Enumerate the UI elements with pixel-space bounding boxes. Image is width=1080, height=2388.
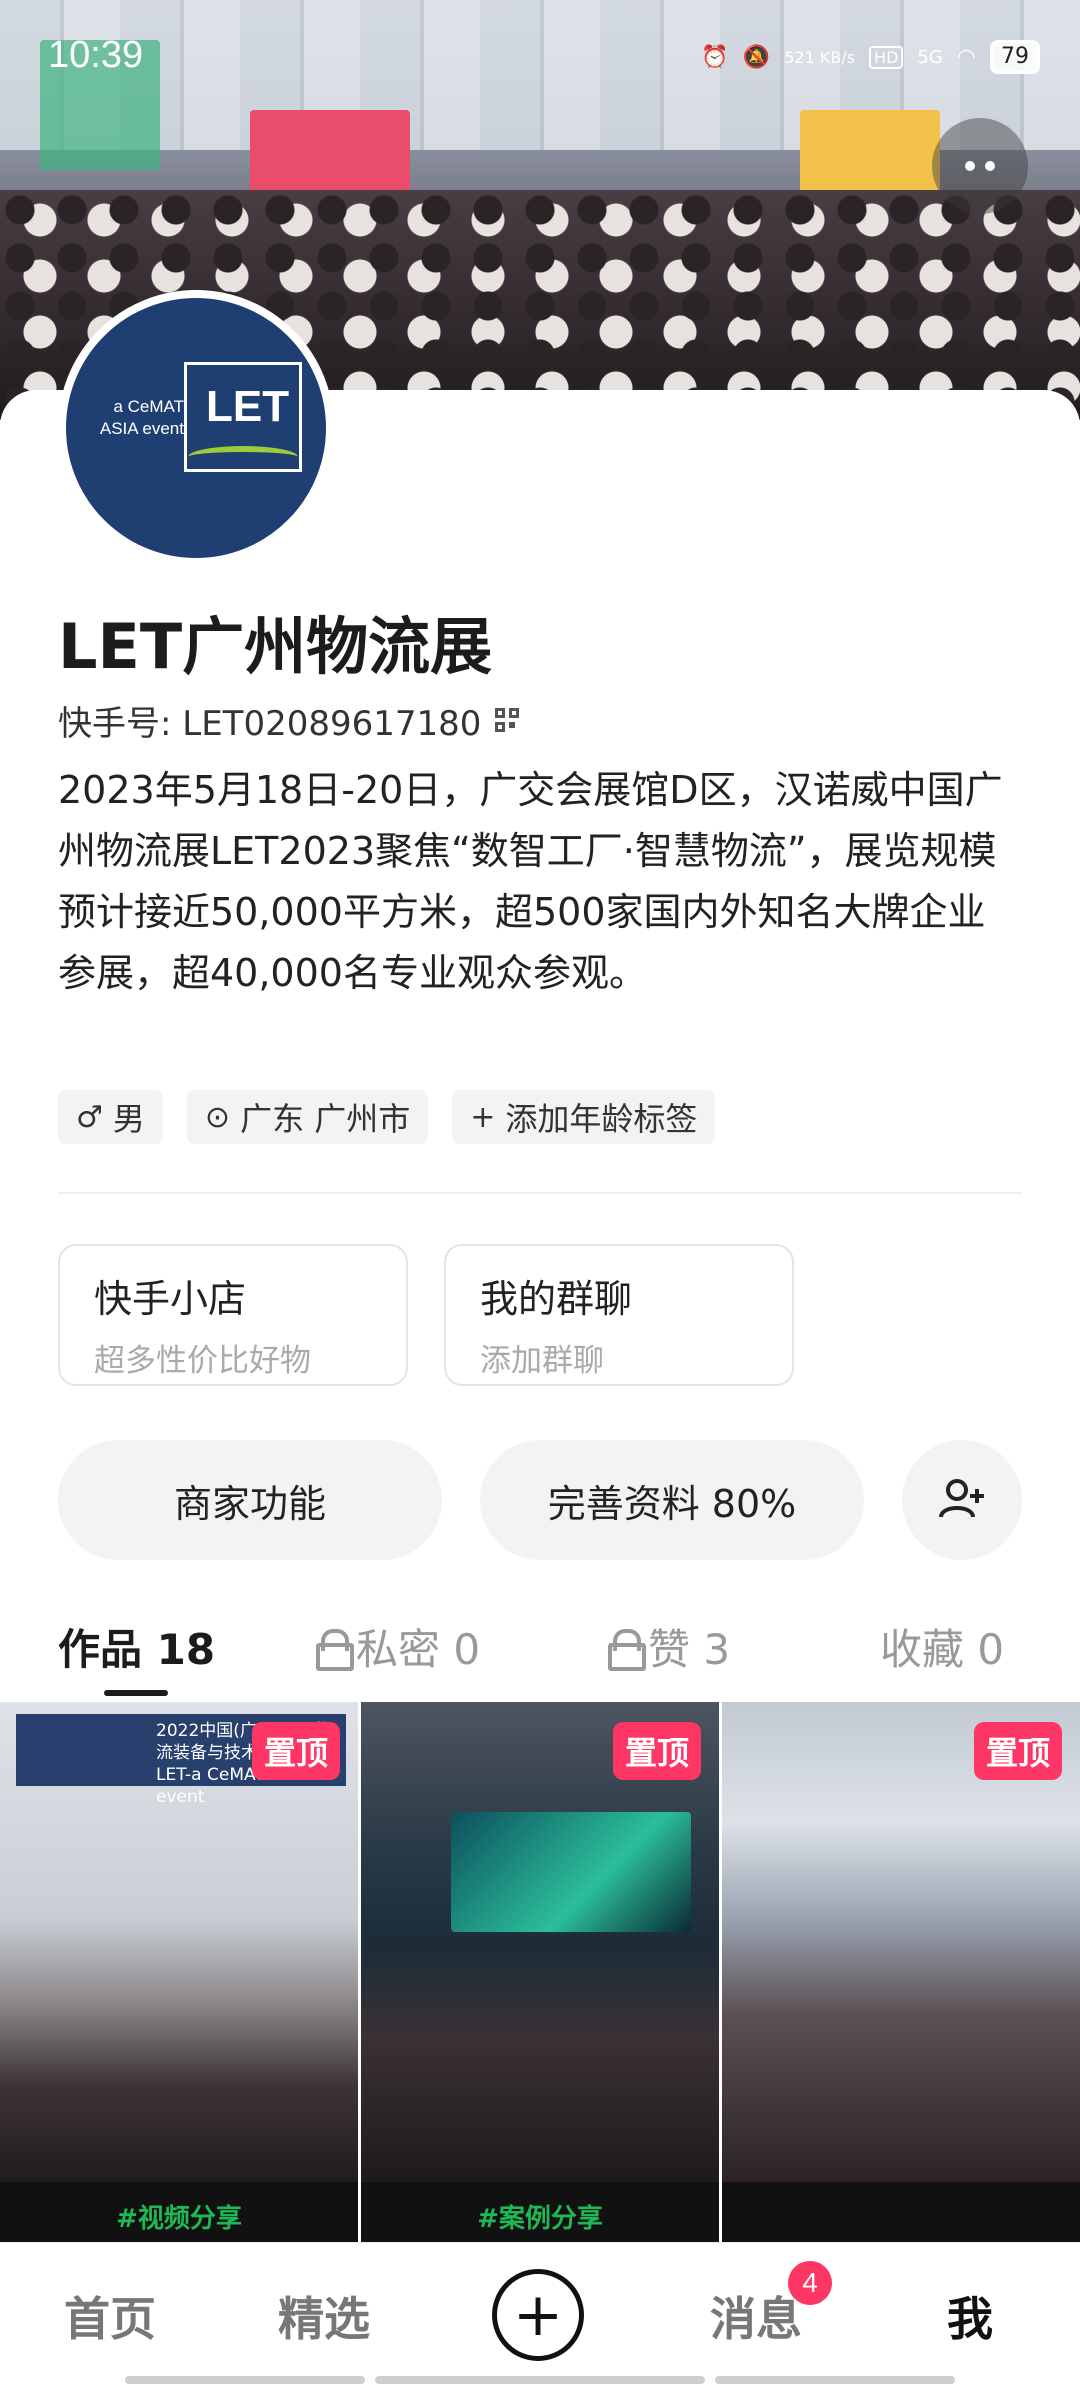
plus-icon: + [512, 2280, 564, 2350]
kuaishou-shop-card[interactable]: 快手小店 超多性价比好物 [58, 1244, 408, 1386]
tab-works[interactable]: 作品 18 [58, 1606, 215, 1686]
shop-title: 快手小店 [94, 1277, 247, 1321]
complete-profile-button[interactable]: 完善资料 80% [480, 1440, 864, 1560]
divider [58, 1192, 1022, 1194]
shop-subtitle: 超多性价比好物 [94, 1343, 311, 1379]
mute-icon: 🔕 [742, 44, 771, 70]
merchant-features-button[interactable]: 商家功能 [58, 1440, 442, 1560]
gesture-bar [0, 2376, 1080, 2388]
video-grid: 2022中国(广州)国际物流装备与技术展览会 LET-a CeMAT ASIA … [0, 1702, 1080, 2242]
video-thumbnail[interactable]: 置顶 #案例分享 [361, 1702, 719, 2242]
lock-icon [316, 1629, 354, 1671]
location-label: 广东 广州市 [240, 1100, 411, 1138]
status-time: 10:39 [48, 34, 144, 76]
tab-likes-label: 赞 3 [648, 1624, 731, 1674]
location-tag[interactable]: ⊙ 广东 广州市 [186, 1090, 429, 1144]
tab-favorites[interactable]: 收藏 0 [880, 1606, 1004, 1686]
avatar-logo-swoosh [188, 446, 298, 468]
lock-icon [608, 1629, 646, 1671]
dot-icon [985, 161, 995, 171]
thumbnail-screen [451, 1812, 691, 1932]
add-friend-button[interactable] [902, 1440, 1022, 1560]
wifi-icon: ◠ [956, 44, 976, 70]
thumbnail-caption: #案例分享 [361, 2182, 719, 2242]
dot-icon [965, 161, 975, 171]
create-post-button[interactable]: + [492, 2269, 584, 2361]
tab-private-label: 私密 0 [356, 1624, 481, 1674]
bottom-navigation: 首页 精选 + 消息 4 我 [0, 2242, 1080, 2388]
status-icons: ⏰ 🔕 521 KB/s HD 5G ◠ 79 [701, 40, 1040, 74]
alarm-icon: ⏰ [701, 44, 729, 70]
male-icon: ♂ [76, 1099, 103, 1135]
video-thumbnail[interactable]: 2022中国(广州)国际物流装备与技术展览会 LET-a CeMAT ASIA … [0, 1702, 358, 2242]
hd-icon: HD [869, 45, 904, 69]
add-age-tag[interactable]: + 添加年龄标签 [452, 1090, 716, 1144]
tab-likes[interactable]: 赞 3 [608, 1606, 730, 1686]
content-tabs: 作品 18 私密 0 赞 3 收藏 0 [0, 1606, 1080, 1696]
gender-label: 男 [112, 1100, 145, 1138]
nav-home[interactable]: 首页 [40, 2243, 180, 2388]
qr-code-icon[interactable] [495, 707, 521, 734]
pinned-badge: 置顶 [251, 1722, 340, 1780]
messages-badge: 4 [788, 2261, 832, 2305]
status-bar: 10:39 ⏰ 🔕 521 KB/s HD 5G ◠ 79 [0, 0, 1080, 120]
kuaishou-id: 快手号: LET02089617180 [58, 704, 482, 744]
avatar-side-text: a CeMAT ASIA event [99, 397, 184, 438]
plus-icon: + [470, 1099, 496, 1135]
nav-me[interactable]: 我 [900, 2243, 1040, 2388]
avatar[interactable]: a CeMAT ASIA event LET [58, 290, 334, 566]
tab-active-indicator [104, 1690, 168, 1696]
more-options-button[interactable] [932, 118, 1028, 214]
add-friend-icon [939, 1479, 984, 1518]
net-speed: 521 KB/s [784, 47, 856, 67]
avatar-logo-text: LET [206, 382, 290, 431]
battery-icon: 79 [990, 40, 1040, 74]
pinned-badge: 置顶 [612, 1722, 701, 1780]
thumbnail-caption [722, 2182, 1080, 2242]
nav-featured[interactable]: 精选 [254, 2243, 394, 2388]
add-age-label: 添加年龄标签 [505, 1100, 698, 1138]
location-icon: ⊙ [204, 1099, 231, 1135]
thumbnail-caption: #视频分享 [0, 2182, 358, 2242]
signal-icon: 5G [917, 46, 943, 68]
profile-tags: ♂ 男 ⊙ 广东 广州市 + 添加年龄标签 [58, 1090, 716, 1144]
kuaishou-id-row[interactable]: 快手号: LET02089617180 [58, 696, 521, 745]
tab-private[interactable]: 私密 0 [316, 1606, 480, 1686]
cover-booth-sign [250, 110, 410, 200]
profile-bio[interactable]: 2023年5月18日-20日，广交会展馆D区，汉诺威中国广州物流展LET2023… [58, 760, 1018, 1004]
group-chat-subtitle: 添加群聊 [480, 1343, 604, 1379]
cover-booth-sign [800, 110, 940, 200]
video-thumbnail[interactable]: 置顶 [722, 1702, 1080, 2242]
gender-tag[interactable]: ♂ 男 [58, 1090, 163, 1144]
pinned-badge: 置顶 [973, 1722, 1062, 1780]
group-chat-title: 我的群聊 [480, 1277, 633, 1321]
profile-name: LET广州物流展 [58, 610, 493, 683]
group-chat-card[interactable]: 我的群聊 添加群聊 [444, 1244, 794, 1386]
